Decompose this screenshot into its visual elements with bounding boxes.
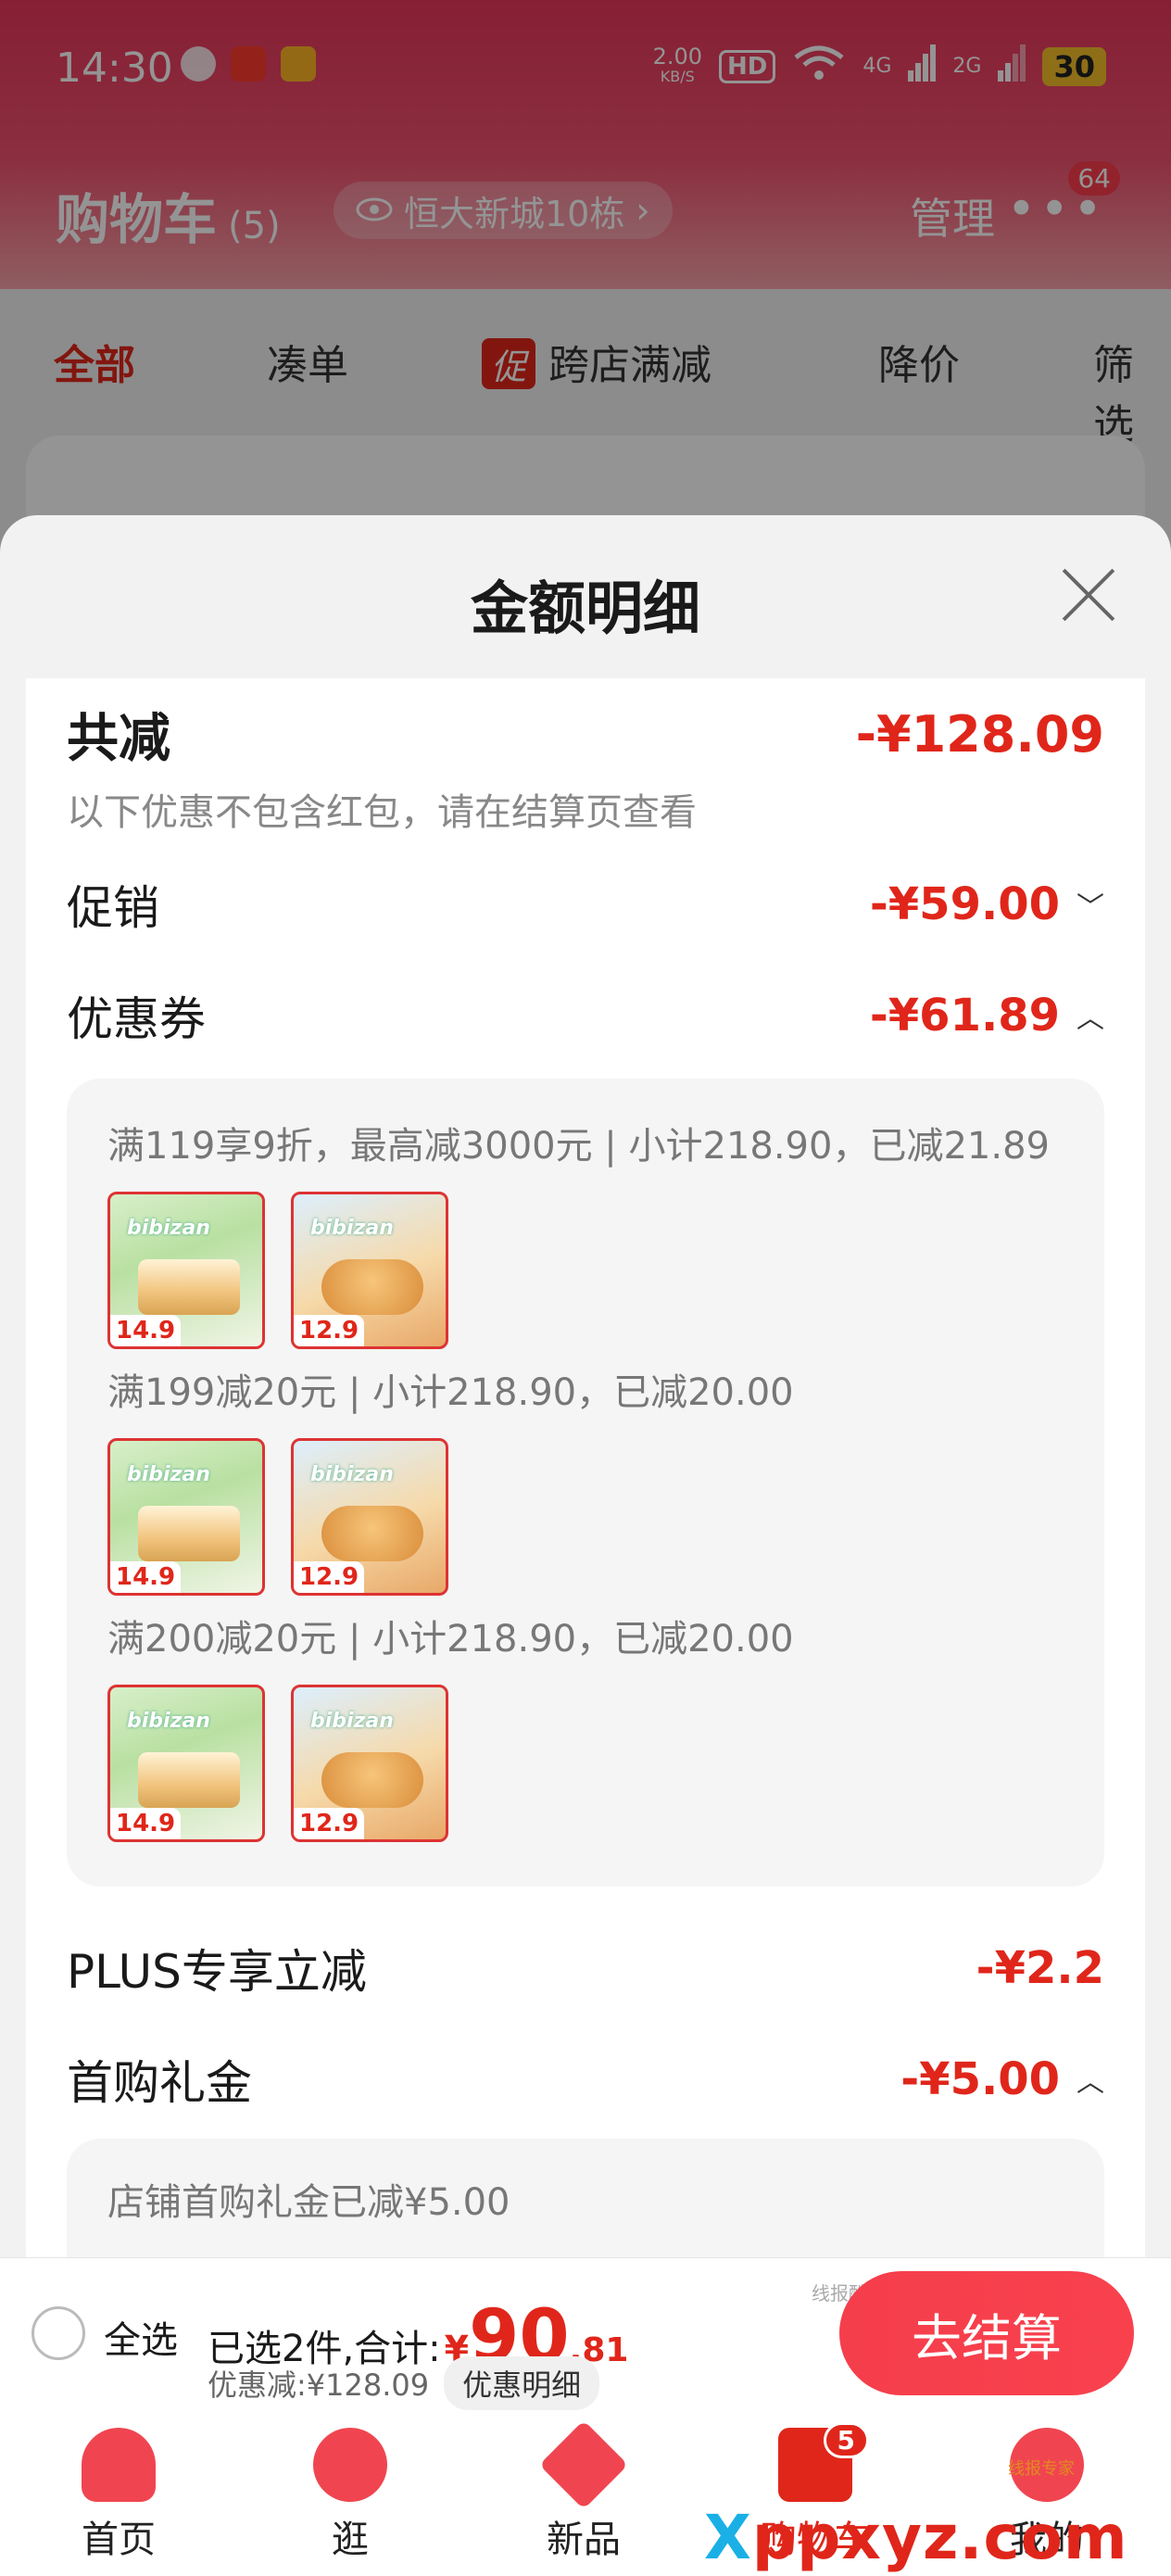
total-discount-label: 共减 [67,709,170,769]
select-all-label[interactable]: 全选 [104,2310,178,2364]
nav-new[interactable]: 新品 [510,2419,658,2563]
product-thumbnail[interactable]: bibizan 14.9 [107,1438,265,1596]
watermark-domain: ppxyz.com [751,2502,1128,2573]
product-brand: bibizan [127,1217,210,1240]
plus-discount-value: -¥2.2 [976,1942,1104,1994]
watermark-logo-text: 线报专家 [1008,2459,1075,2479]
nav-browse-label: 逛 [332,2519,369,2561]
product-thumbnail[interactable]: bibizan 12.9 [291,1438,448,1596]
product-price: 12.9 [294,1315,365,1346]
close-icon[interactable] [1057,563,1120,626]
first-gift-label: 首购礼金 [67,2056,252,2110]
product-brand: bibizan [310,1463,394,1486]
total-discount-value: -¥128.09 [855,705,1104,764]
chevron-down-icon: ﹀ [1077,891,1104,924]
discount-note: 以下优惠不包含红包，请在结算页查看 [67,791,697,834]
nav-new-label: 新品 [547,2519,621,2561]
coupon-label: 优惠券 [67,992,206,1046]
home-icon [82,2428,156,2502]
product-thumbnail[interactable]: bibizan 14.9 [107,1685,265,1842]
product-price: 14.9 [110,1315,182,1346]
total-discount-row: 共减 -¥128.09 [67,697,1104,772]
plus-discount-label: PLUS专享立减 [67,1945,367,1999]
coupon-value: -¥61.89 [869,990,1060,1042]
product-thumbnail[interactable]: bibizan 12.9 [291,1192,448,1349]
chevron-up-icon: ︿ [1077,1003,1104,1035]
promo-label: 促销 [67,881,159,935]
product-price: 14.9 [110,1808,182,1839]
chevron-up-icon: ︿ [1077,2066,1104,2099]
coupon-rule: 满200减20元 | 小计218.90，已减20.00 [107,1618,794,1661]
first-gift-note: 店铺首购礼金已减¥5.00 [107,2181,510,2224]
product-brand: bibizan [310,1217,394,1240]
nav-home[interactable]: 首页 [44,2428,193,2563]
discount-summary: 优惠减:¥128.09 [208,2368,430,2403]
product-price: 12.9 [294,1561,365,1593]
checkout-bar: 全选 已选2件,合计: ¥ 90 .81 优惠减:¥128.09 优惠明细 线报… [0,2257,1171,2415]
promo-row[interactable]: 促销 -¥59.00 ﹀ [67,871,1104,938]
nav-browse[interactable]: 逛 [276,2428,424,2563]
coupon-rule: 满199减20元 | 小计218.90，已减20.00 [107,1371,794,1414]
product-brand: bibizan [127,1710,210,1733]
plus-discount-row: PLUS专享立减 -¥2.2 [67,1935,1104,2001]
product-price: 12.9 [294,1808,365,1839]
detail-panel: 共减 -¥128.09 以下优惠不包含红包，请在结算页查看 促销 -¥59.00… [26,678,1145,2257]
product-thumbnail[interactable]: bibizan 12.9 [291,1685,448,1842]
first-gift-row[interactable]: 首购礼金 -¥5.00 ︿ [67,2046,1104,2113]
first-gift-value: -¥5.00 [900,2053,1060,2105]
product-brand: bibizan [127,1463,210,1486]
coupon-rule: 满119享9折，最高减3000元 | 小计218.90，已减21.89 [107,1125,1050,1168]
product-brand: bibizan [310,1710,394,1733]
browse-icon [313,2428,387,2502]
sheet-title: 金额明细 [470,575,700,642]
checkout-button[interactable]: 去结算 [839,2271,1134,2395]
first-gift-detail-box: 店铺首购礼金已减¥5.00 [67,2139,1104,2257]
amount-detail-sheet: 金额明细 共减 -¥128.09 以下优惠不包含红包，请在结算页查看 促销 -¥… [0,515,1171,2257]
product-price: 14.9 [110,1561,182,1593]
nav-home-label: 首页 [82,2519,156,2561]
promo-value: -¥59.00 [869,878,1060,930]
product-thumbnail[interactable]: bibizan 14.9 [107,1192,265,1349]
coupon-row[interactable]: 优惠券 -¥61.89 ︿ [67,982,1104,1049]
new-products-icon [538,2419,629,2510]
select-all-checkbox[interactable] [31,2306,85,2360]
discount-detail-button[interactable]: 优惠明细 [444,2356,600,2410]
watermark-prefix: X [704,2502,752,2573]
watermark-logo: Xppxyz.com [704,2502,1128,2573]
cart-badge: 5 [823,2422,869,2458]
coupon-detail-box: 满119享9折，最高减3000元 | 小计218.90，已减21.89 bibi… [67,1079,1104,1887]
